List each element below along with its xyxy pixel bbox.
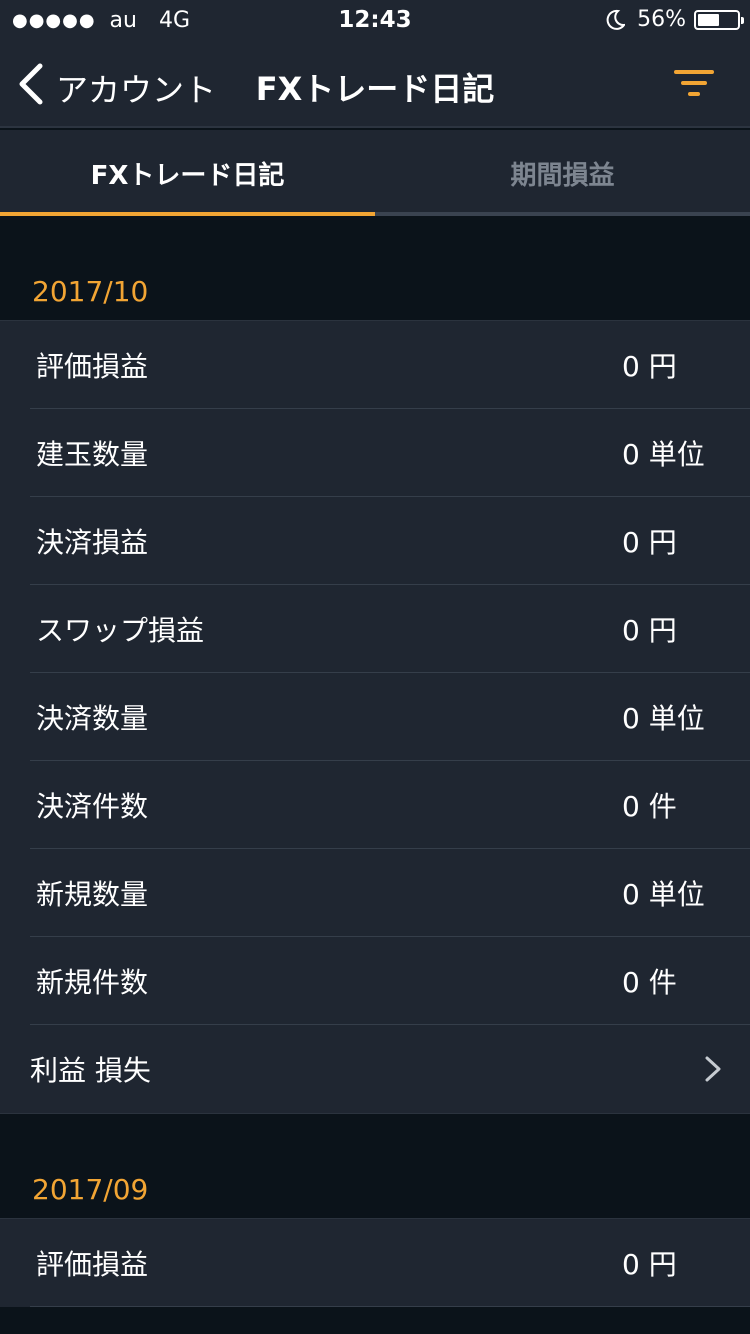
tab-fx-trade-diary[interactable]: FXトレード日記 — [0, 130, 375, 216]
row-label: 決済数量 — [36, 702, 149, 735]
list-item: 決済数量 0 単位 — [30, 673, 750, 761]
profit-loss-link[interactable]: 利益 損失 — [30, 1025, 750, 1113]
row-label: 建玉数量 — [36, 438, 149, 471]
section-rows: 評価損益 0 円 — [0, 1219, 750, 1307]
navigation-bar: アカウント FXトレード日記 — [0, 40, 750, 128]
row-label: 新規数量 — [36, 878, 149, 911]
status-bar: ●●●●● au 4G 12:43 56% — [0, 0, 750, 40]
tab-period-pnl[interactable]: 期間損益 — [375, 130, 750, 216]
row-value: 0 円 — [622, 614, 677, 647]
list-item: 建玉数量 0 単位 — [30, 409, 750, 497]
row-value: 0 単位 — [622, 878, 705, 911]
row-value: 0 円 — [622, 350, 677, 383]
month-label: 2017/09 — [32, 1173, 149, 1206]
list-item: 決済損益 0 円 — [30, 497, 750, 585]
list-item: 新規件数 0 件 — [30, 937, 750, 1025]
month-label: 2017/10 — [32, 275, 149, 308]
battery-fill — [698, 13, 720, 26]
row-value: 0 円 — [622, 526, 677, 559]
battery-percent: 56% — [637, 7, 686, 32]
row-label: 決済損益 — [36, 526, 149, 559]
list-item: スワップ損益 0 円 — [30, 585, 750, 673]
content-scroll[interactable]: 2017/10 評価損益 0 円 建玉数量 0 単位 決済損益 0 円 スワップ… — [0, 216, 750, 1307]
row-value: 0 単位 — [622, 438, 705, 471]
row-value: 0 件 — [622, 790, 677, 823]
battery-icon — [694, 9, 744, 30]
row-label: 決済件数 — [36, 790, 149, 823]
section-rows: 評価損益 0 円 建玉数量 0 単位 決済損益 0 円 スワップ損益 0 円 決… — [0, 321, 750, 1114]
list-item: 新規数量 0 単位 — [30, 849, 750, 937]
chevron-right-icon — [705, 1056, 721, 1082]
row-label: 新規件数 — [36, 966, 149, 999]
row-value: 0 円 — [622, 1248, 677, 1281]
status-right: 56% — [605, 7, 744, 32]
list-item: 評価損益 0 円 — [30, 1219, 750, 1307]
section-header: 2017/09 — [0, 1114, 750, 1219]
filter-icon[interactable] — [674, 68, 714, 98]
section-header: 2017/10 — [0, 216, 750, 321]
row-label: 評価損益 — [36, 1248, 149, 1281]
tab-bar: FXトレード日記 期間損益 — [0, 130, 750, 216]
row-value: 0 件 — [622, 966, 677, 999]
row-value: 0 単位 — [622, 702, 705, 735]
row-label: 利益 損失 — [30, 1054, 151, 1087]
list-item: 評価損益 0 円 — [30, 321, 750, 409]
row-label: スワップ損益 — [36, 614, 205, 647]
page-title: FXトレード日記 — [255, 70, 495, 108]
list-item: 決済件数 0 件 — [30, 761, 750, 849]
row-label: 評価損益 — [36, 350, 149, 383]
moon-icon — [606, 9, 626, 30]
